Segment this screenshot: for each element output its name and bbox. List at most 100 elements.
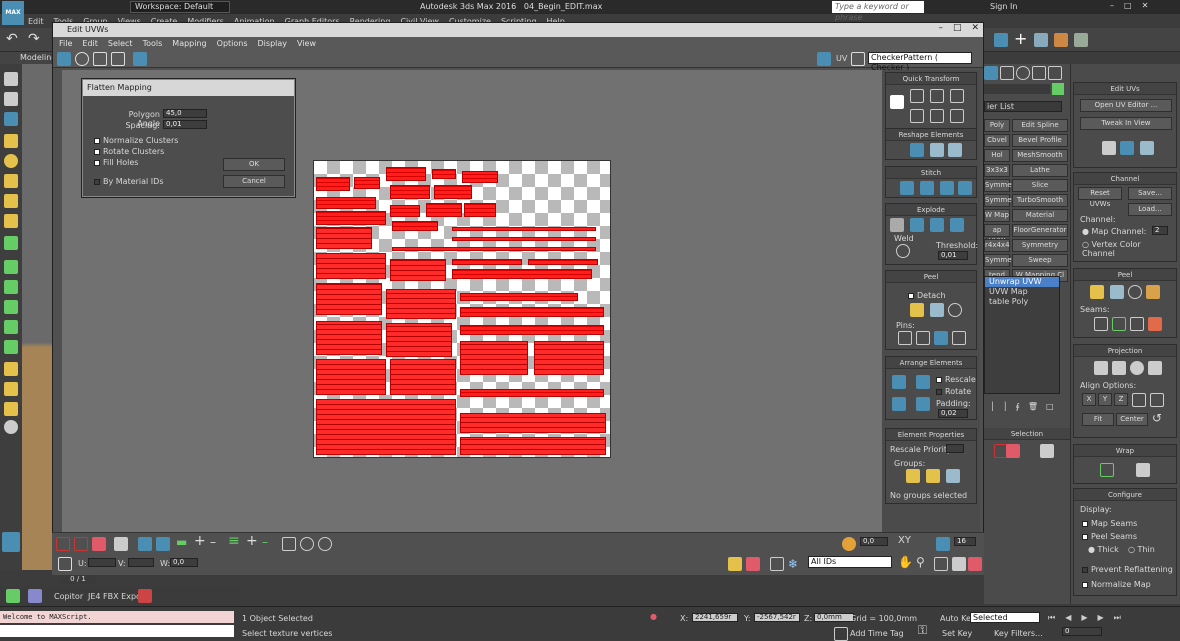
- copitor-button[interactable]: Copitor: [54, 592, 83, 601]
- element-select-icon[interactable]: [1040, 444, 1054, 458]
- grid-snap-icon[interactable]: [936, 537, 950, 551]
- plus-icon[interactable]: +: [1014, 29, 1027, 48]
- vertex-color-radio[interactable]: ○ Vertex Color Channel: [1082, 240, 1176, 258]
- align-icon[interactable]: [930, 89, 944, 103]
- uv-island[interactable]: [534, 341, 604, 375]
- uv-menu-item[interactable]: Mapping: [172, 39, 206, 48]
- settings-icon[interactable]: [851, 52, 865, 66]
- uv-island[interactable]: [426, 203, 462, 217]
- uv-menu-item[interactable]: Edit: [82, 39, 98, 48]
- pin-stack-icon[interactable]: │: [990, 402, 995, 411]
- modifier-button[interactable]: Hol: [984, 149, 1010, 162]
- select-icon[interactable]: [56, 537, 70, 551]
- plus-icon[interactable]: +: [194, 533, 206, 549]
- pack-icon[interactable]: [916, 375, 930, 389]
- view-align-icon[interactable]: [1150, 393, 1164, 407]
- menu-item[interactable]: Edit: [28, 17, 44, 26]
- uv-menu-item[interactable]: Options: [217, 39, 248, 48]
- stitch-icon[interactable]: [940, 181, 954, 195]
- uv-island[interactable]: [390, 259, 446, 281]
- uv-island[interactable]: [316, 177, 350, 191]
- face-select-icon[interactable]: [92, 537, 106, 551]
- group-icon[interactable]: [946, 469, 960, 483]
- pelt-icon[interactable]: [1146, 285, 1160, 299]
- uv-island[interactable]: [452, 237, 596, 241]
- modifier-button[interactable]: Symmetry: [1012, 239, 1068, 252]
- hierarchy-tab-icon[interactable]: [1016, 66, 1030, 80]
- zoom-extents-icon[interactable]: [952, 557, 966, 571]
- uv-island[interactable]: [462, 171, 498, 183]
- play-icon[interactable]: ▶: [1081, 613, 1087, 623]
- modifier-list-dropdown[interactable]: ier List: [984, 101, 1062, 112]
- maximize-icon[interactable]: □: [1124, 1, 1132, 10]
- w-input[interactable]: 0,0: [170, 558, 198, 567]
- freeform-icon[interactable]: [111, 52, 125, 66]
- align-icon[interactable]: [910, 109, 924, 123]
- texture-dropdown[interactable]: CheckerPattern ( Checker ): [868, 52, 972, 72]
- map-channel-radio[interactable]: ● Map Channel:: [1082, 227, 1147, 236]
- rotate-clusters-checkbox[interactable]: Rotate Clusters: [94, 147, 164, 156]
- uv-island[interactable]: [452, 227, 596, 231]
- minimize-icon[interactable]: –: [1110, 1, 1114, 10]
- tweak-icon[interactable]: [1120, 141, 1134, 155]
- plugin-icon[interactable]: [138, 589, 152, 603]
- relax-icon[interactable]: [930, 143, 944, 157]
- checkbox-unchecked[interactable]: [1082, 566, 1088, 573]
- minimize-icon[interactable]: –: [938, 23, 943, 33]
- v-input[interactable]: [128, 558, 154, 567]
- align-icon[interactable]: [950, 109, 964, 123]
- magnet-icon[interactable]: [968, 557, 982, 571]
- tool-icon[interactable]: [4, 92, 18, 106]
- uv-checker-tile[interactable]: [313, 160, 611, 458]
- configure-icon[interactable]: □: [1046, 402, 1054, 411]
- tool-icon[interactable]: [4, 72, 18, 86]
- create-tab-icon[interactable]: [984, 66, 998, 80]
- motion-tab-icon[interactable]: [1032, 66, 1046, 80]
- modifier-button[interactable]: TurboSmooth: [1012, 194, 1068, 207]
- pan-icon[interactable]: ✋: [898, 555, 913, 569]
- brush-icon[interactable]: [318, 537, 332, 551]
- select-icon[interactable]: [74, 537, 88, 551]
- reset-icon[interactable]: ↺: [1152, 411, 1162, 425]
- stack-item-selected[interactable]: Unwrap UVW: [985, 277, 1059, 287]
- grow-icon[interactable]: [138, 537, 152, 551]
- center-button[interactable]: Center: [1116, 413, 1148, 426]
- modifier-button[interactable]: Bevel Profile: [1012, 134, 1068, 147]
- modifier-button[interactable]: Cbvel: [984, 134, 1010, 147]
- transform-icon[interactable]: [890, 95, 904, 109]
- toolbar-icon[interactable]: [1034, 33, 1048, 47]
- stack-item[interactable]: table Poly: [985, 297, 1059, 307]
- checkbox-checked[interactable]: [1082, 581, 1088, 588]
- face-select-icon[interactable]: [1006, 444, 1020, 458]
- workspace-dropdown[interactable]: Workspace: Default: [130, 1, 230, 13]
- uv-island[interactable]: [316, 253, 386, 279]
- checkbox-checked[interactable]: [94, 159, 100, 166]
- uv-island[interactable]: [460, 341, 528, 375]
- redo-icon[interactable]: ↷: [28, 31, 40, 47]
- soft-selection-icon[interactable]: [842, 537, 856, 551]
- stitch-icon[interactable]: [920, 181, 934, 195]
- explode-icon[interactable]: [950, 218, 964, 232]
- go-end-icon[interactable]: ⏭: [1114, 613, 1121, 623]
- modifier-button[interactable]: Symmetry: [984, 179, 1021, 192]
- checkbox-unchecked[interactable]: [936, 388, 942, 395]
- tweak-in-view-button[interactable]: Tweak In View: [1080, 117, 1172, 130]
- pin-icon[interactable]: [934, 331, 948, 345]
- ok-button[interactable]: OK: [223, 158, 285, 171]
- checkbox-unchecked[interactable]: [94, 178, 100, 185]
- group-icon[interactable]: [926, 469, 940, 483]
- tool-icon[interactable]: [4, 280, 18, 294]
- uv-island[interactable]: [460, 413, 606, 433]
- checkbox-checked[interactable]: [1082, 533, 1088, 540]
- ids-dropdown[interactable]: All IDs: [808, 556, 892, 568]
- ribbon-tab[interactable]: Modeling: [0, 52, 56, 64]
- uv-menu-item[interactable]: Select: [108, 39, 133, 48]
- light-icon[interactable]: [4, 214, 18, 228]
- pack-icon[interactable]: [892, 397, 906, 411]
- maximize-icon[interactable]: □: [953, 23, 962, 33]
- rescale-checkbox[interactable]: Rescale: [936, 375, 976, 384]
- uv-island[interactable]: [316, 399, 456, 455]
- uv-island[interactable]: [460, 293, 578, 301]
- uv-island[interactable]: [460, 307, 604, 317]
- modifier-button[interactable]: Edit Spline: [1012, 119, 1068, 132]
